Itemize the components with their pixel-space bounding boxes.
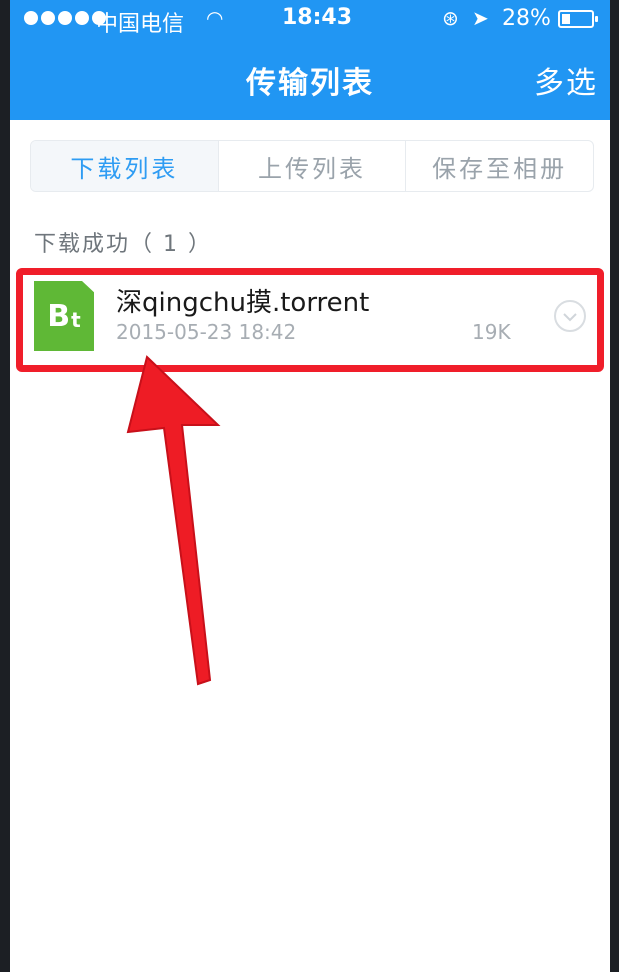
top-bar: 中国电信 ◠ 18:43 ⊛ ➤ 28% 传输列表 多选	[10, 0, 610, 120]
tab-save-to-album[interactable]: 保存至相册	[405, 141, 593, 191]
tab-download-list[interactable]: 下载列表	[31, 141, 218, 191]
section-label-download-success: 下载成功（ 1 ）	[34, 232, 212, 257]
status-bar: 中国电信 ◠ 18:43 ⊛ ➤ 28%	[10, 0, 610, 40]
status-time: 18:43	[282, 5, 353, 30]
phone-screen: 中国电信 ◠ 18:43 ⊛ ➤ 28% 传输列表 多选 下载列表 上传列表 保…	[10, 0, 610, 972]
orientation-lock-icon: ⊛	[442, 6, 459, 30]
signal-dots-icon	[24, 11, 106, 25]
page-title: 传输列表	[246, 66, 374, 101]
battery-icon	[558, 10, 598, 28]
carrier-label: 中国电信	[96, 12, 185, 37]
battery-percent: 28%	[502, 6, 551, 31]
wifi-icon: ◠	[206, 6, 224, 30]
location-icon: ➤	[472, 6, 489, 30]
tab-upload-list[interactable]: 上传列表	[217, 141, 406, 191]
list-item[interactable]: Bt 深qingchu摸.torrent 2015-05-23 18:42 19…	[10, 268, 610, 376]
highlight-box	[16, 268, 604, 372]
tab-bar: 下载列表 上传列表 保存至相册	[30, 140, 594, 192]
multi-select-button[interactable]: 多选	[534, 58, 598, 102]
